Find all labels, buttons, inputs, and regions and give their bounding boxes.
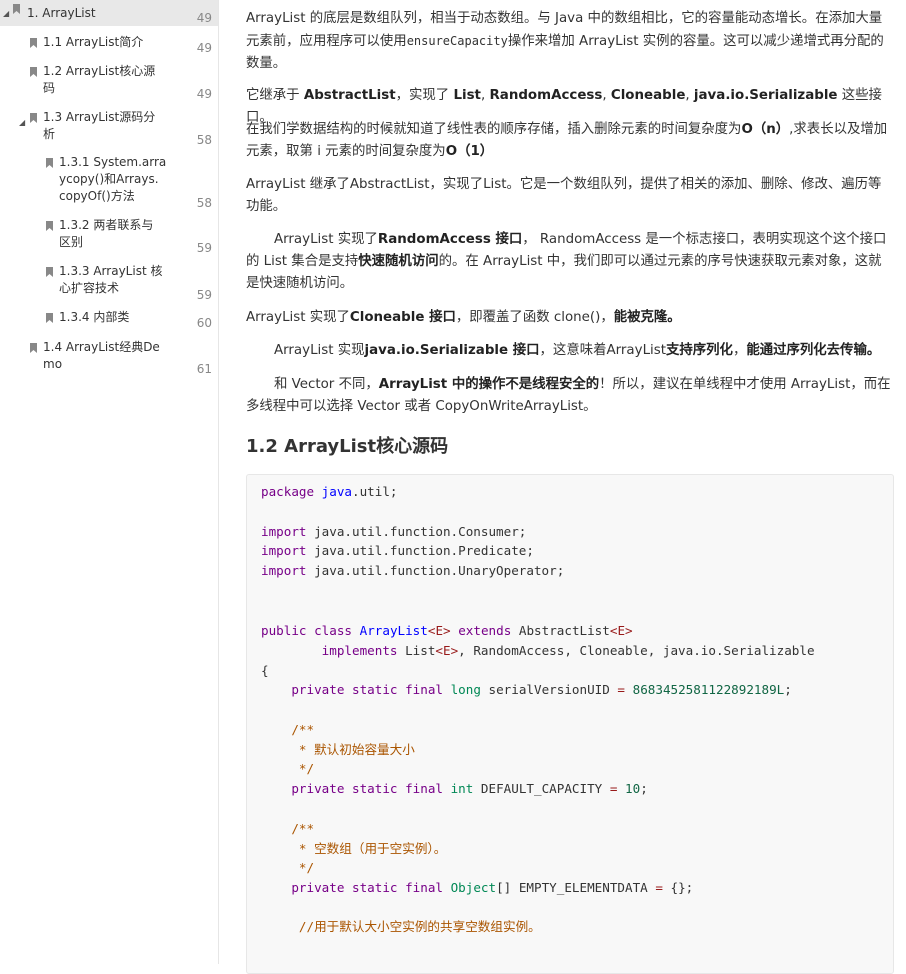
toc-item-label-line1: 1.3 ArrayList源码分 [43, 110, 156, 124]
code-comment: /** [291, 722, 315, 737]
toc-page-number: 49 [196, 11, 212, 25]
toc-page-number: 59 [196, 288, 212, 302]
code-line: { [261, 663, 269, 678]
code-comment: * 默认初始容量大小 [291, 742, 415, 757]
toc-item-label-line1: 1.2 ArrayList核心源 [43, 64, 156, 78]
toc-item-label-line1: 1.4 ArrayList经典De [43, 340, 160, 354]
toc-item-1-3-4[interactable]: 1.3.4 内部类 60 [0, 309, 218, 331]
toc-item-label-line2: ycopy()和Arrays. [59, 172, 159, 186]
toc-item-label-line2: 码 [43, 81, 56, 95]
bookmark-icon [46, 221, 53, 231]
toc-item-1-3-1[interactable]: 1.3.1 System.arra ycopy()和Arrays. copyOf… [0, 154, 218, 212]
toc-item-label: 1.3.4 内部类 [59, 310, 130, 324]
toc-item-label-line1: 1.3.3 ArrayList 核 [59, 264, 163, 278]
paragraph-random-access: ArrayList 实现了RandomAccess 接口， RandomAcce… [246, 232, 887, 291]
bookmark-icon [30, 38, 37, 48]
code-block: package java.util; import java.util.func… [246, 474, 894, 974]
collapse-toggle-icon[interactable]: ◢ [19, 114, 25, 131]
code-line: private static final long serialVersionU… [291, 682, 792, 697]
code-comment: * 空数组（用于空实例）。 [291, 841, 447, 856]
paragraph-thread-safety: 和 Vector 不同，ArrayList 中的操作不是线程安全的！所以，建议在… [246, 377, 891, 414]
code-line: public class ArrayList<E> extends Abstra… [261, 623, 633, 638]
toc-item-1-3-3[interactable]: 1.3.3 ArrayList 核 心扩容技术 59 [0, 263, 218, 303]
code-comment: */ [291, 761, 315, 776]
toc-page-number: 60 [196, 316, 212, 330]
toc-item-1-2[interactable]: 1.2 ArrayList核心源 码 49 [0, 63, 218, 103]
toc-item-label-line1: 1.3.2 两者联系与 [59, 218, 154, 232]
code-line: private static final int DEFAULT_CAPACIT… [291, 781, 648, 796]
bookmark-icon [30, 67, 37, 77]
toc-item-label-line3: copyOf()方法 [59, 189, 135, 203]
paragraph-serializable: ArrayList 实现java.io.Serializable 接口，这意味着… [274, 343, 881, 358]
toc-page-number: 58 [196, 196, 212, 210]
paragraph-features: ArrayList 继承了AbstractList，实现了List。它是一个数组… [246, 177, 882, 214]
code-comment: */ [291, 860, 315, 875]
code-comment: /** [291, 821, 315, 836]
bookmark-icon [30, 343, 37, 353]
code-line: implements List<E>, RandomAccess, Clonea… [321, 643, 815, 658]
toc-item-1[interactable]: ◢ 1. ArrayList 49 [0, 0, 218, 26]
toc-item-label-line2: 析 [43, 127, 56, 141]
paragraph-complexity: 在我们学数据结构的时候就知道了线性表的顺序存储，插入删除元素的时间复杂度为O（n… [246, 122, 888, 159]
toc-item-1-3[interactable]: ◢ 1.3 ArrayList源码分 析 58 [0, 109, 218, 149]
toc-item-label-line1: 1.3.1 System.arra [59, 155, 167, 169]
code-line: private static final Object[] EMPTY_ELEM… [291, 880, 694, 895]
code-line: import java.util.function.UnaryOperator; [261, 563, 565, 578]
toc-sidebar: ◢ 1. ArrayList 49 1.1 ArrayList简介 49 1.2… [0, 0, 219, 964]
code-comment: //用于默认大小空实例的共享空数组实例。 [291, 919, 541, 934]
toc-page-number: 49 [196, 41, 212, 55]
toc-item-label-line2: 心扩容技术 [59, 281, 120, 295]
toc-page-number: 61 [196, 362, 212, 376]
toc-item-label: 1.1 ArrayList简介 [43, 35, 144, 49]
bookmark-icon [46, 313, 53, 323]
code-line: package java.util; [261, 484, 398, 499]
paragraph-intro: ArrayList 的底层是数组队列，相当于动态数组。与 Java 中的数组相比… [246, 11, 884, 71]
toc-item-label-line2: 区别 [59, 235, 84, 249]
code-line: import java.util.function.Consumer; [261, 524, 527, 539]
bookmark-icon [13, 4, 20, 14]
inline-code: ensureCapacity [406, 34, 508, 48]
toc-item-1-3-2[interactable]: 1.3.2 两者联系与 区别 59 [0, 217, 218, 257]
bookmark-icon [46, 267, 53, 277]
toc-page-number: 49 [196, 87, 212, 101]
bookmark-icon [46, 158, 53, 168]
toc-page-number: 58 [196, 133, 212, 147]
toc-item-1-4[interactable]: 1.4 ArrayList经典De mo 61 [0, 339, 218, 379]
section-heading: 1.2 ArrayList核心源码 [246, 436, 449, 457]
toc-item-label-line2: mo [43, 357, 63, 371]
paragraph-cloneable: ArrayList 实现了Cloneable 接口，即覆盖了函数 clone()… [246, 310, 681, 325]
code-line: import java.util.function.Predicate; [261, 543, 534, 558]
toc-item-1-1[interactable]: 1.1 ArrayList简介 49 [0, 34, 218, 56]
collapse-toggle-icon[interactable]: ◢ [3, 5, 9, 22]
toc-page-number: 59 [196, 241, 212, 255]
toc-item-label: 1. ArrayList [27, 6, 96, 20]
bookmark-icon [30, 113, 37, 123]
